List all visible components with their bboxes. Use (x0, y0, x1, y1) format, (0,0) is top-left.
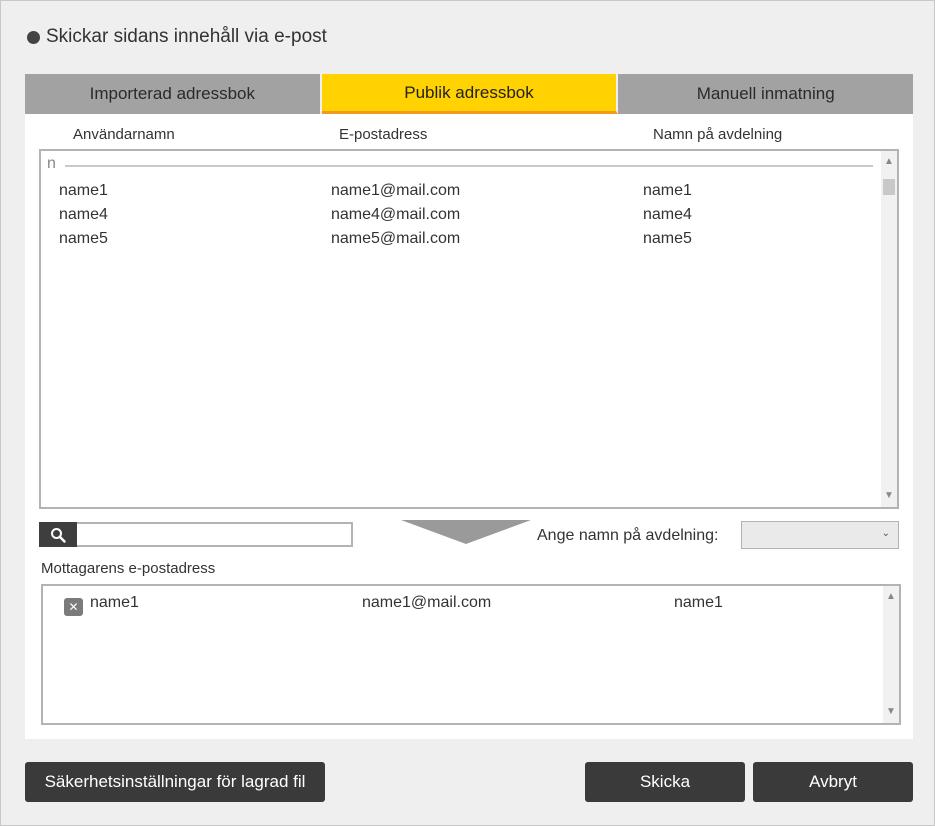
column-header-username[interactable]: Användarnamn (73, 126, 175, 143)
list-item-email: name1@mail.com (331, 182, 461, 199)
list-item-name: name1 (59, 182, 108, 199)
remove-recipient-icon[interactable]: ✕ (64, 598, 83, 616)
email-dialog: Skickar sidans innehåll via e-post Impor… (0, 0, 935, 826)
tab-public-addressbook[interactable]: Publik adressbok (321, 74, 619, 114)
recipient-label: Mottagarens e-postadress (41, 560, 216, 577)
recipient-email: name1@mail.com (362, 594, 492, 611)
send-button[interactable]: Skicka (585, 762, 745, 802)
scrollbar-thumb[interactable] (883, 179, 895, 195)
group-label: n (47, 155, 56, 172)
address-source-tabs: Importerad adressbok Publik adressbok Ma… (25, 74, 914, 114)
recipient-list: ✕ name1 name1@mail.com name1 ▲ ▼ (41, 584, 901, 725)
list-item-name: name5 (59, 230, 108, 247)
recipient-name: name1 (90, 594, 139, 611)
group-divider (65, 165, 873, 167)
list-item[interactable]: name4 name4@mail.com name4 (41, 203, 881, 227)
dialog-title-text: Skickar sidans innehåll via e-post (46, 26, 327, 47)
department-label: Ange namn på avdelning: (537, 527, 719, 544)
chevron-down-icon: ⌄ (881, 528, 890, 539)
security-settings-button[interactable]: Säkerhetsinställningar för lagrad fil (25, 762, 325, 802)
column-header-department[interactable]: Namn på avdelning (653, 126, 782, 143)
tab-panel: Användarnamn E-postadress Namn på avdeln… (25, 114, 913, 739)
list-item-email: name4@mail.com (331, 206, 461, 223)
scroll-up-icon[interactable]: ▲ (883, 590, 899, 604)
column-headers: Användarnamn E-postadress Namn på avdeln… (25, 124, 913, 146)
address-list: n name1 name1@mail.com name1 name4 name4… (39, 149, 899, 509)
address-list-scrollbar[interactable]: ▲ ▼ (881, 151, 897, 507)
tab-manual-entry[interactable]: Manuell inmatning (618, 74, 914, 114)
list-item-department: name4 (643, 206, 692, 223)
search-icon (51, 527, 66, 543)
list-item[interactable]: name1 name1@mail.com name1 (41, 179, 881, 203)
bullet-icon (27, 30, 40, 44)
search-input[interactable] (77, 522, 353, 547)
list-item-email: name5@mail.com (331, 230, 461, 247)
department-select[interactable]: ⌄ (741, 521, 899, 549)
list-item-department: name5 (643, 230, 692, 247)
tab-imported-addressbook[interactable]: Importerad adressbok (25, 74, 322, 114)
dialog-title: Skickar sidans innehåll via e-post (27, 25, 327, 49)
recipient-list-scrollbar[interactable]: ▲ ▼ (883, 586, 899, 723)
cancel-button[interactable]: Avbryt (753, 762, 913, 802)
recipient-department: name1 (674, 594, 723, 611)
scroll-down-icon[interactable]: ▼ (883, 705, 899, 719)
scroll-down-icon[interactable]: ▼ (881, 489, 897, 503)
column-header-email[interactable]: E-postadress (339, 126, 427, 143)
recipient-item[interactable]: ✕ name1 name1@mail.com name1 (43, 591, 883, 616)
scroll-up-icon[interactable]: ▲ (881, 155, 897, 169)
search-button[interactable] (39, 522, 77, 547)
list-item-name: name4 (59, 206, 108, 223)
list-item-department: name1 (643, 182, 692, 199)
add-recipient-arrow-icon[interactable] (401, 520, 531, 544)
list-item[interactable]: name5 name5@mail.com name5 (41, 227, 881, 251)
